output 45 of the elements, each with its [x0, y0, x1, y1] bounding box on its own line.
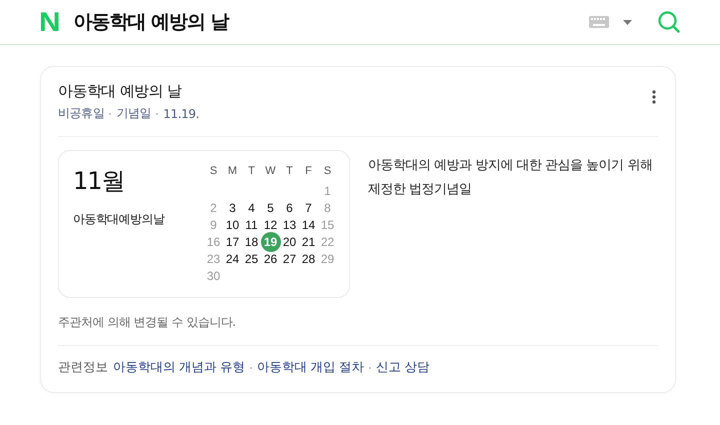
- search-query[interactable]: 아동학대 예방의 날: [74, 9, 229, 35]
- calendar-day[interactable]: 4: [242, 198, 260, 216]
- related-link[interactable]: 아동학대의 개념과 유형: [113, 359, 245, 376]
- card-title: 아동학대 예방의 날: [58, 82, 183, 101]
- separator-dot: [156, 112, 158, 114]
- calendar-day[interactable]: 10: [224, 216, 242, 234]
- calendar-day[interactable]: 28: [300, 250, 318, 268]
- calendar-day[interactable]: 6: [280, 198, 298, 216]
- tag-text: 기념일: [116, 105, 152, 122]
- calendar-day[interactable]: 25: [242, 250, 260, 268]
- calendar-day[interactable]: 17: [224, 232, 242, 250]
- weekday-label: F: [304, 165, 313, 179]
- separator-dot: [109, 112, 112, 114]
- month-label: 11월: [73, 166, 126, 197]
- calendar-day[interactable]: 26: [262, 250, 280, 268]
- weekday-label: T: [285, 165, 294, 179]
- weekday-label: S: [322, 165, 332, 179]
- calendar-day[interactable]: 3: [224, 198, 242, 216]
- related-link[interactable]: 신고 상담: [376, 359, 430, 376]
- calendar-day[interactable]: 27: [280, 250, 298, 268]
- calendar-day[interactable]: 14: [300, 216, 318, 234]
- calendar-day[interactable]: 13: [280, 216, 298, 234]
- weekday-label: T: [247, 165, 256, 179]
- calendar-day[interactable]: 5: [262, 198, 280, 216]
- calendar-day[interactable]: 12: [262, 216, 280, 234]
- related-label: 관련정보: [58, 359, 108, 376]
- calendar-day[interactable]: 18: [242, 232, 260, 250]
- event-label: 아동학대예방의날: [73, 211, 166, 228]
- notice-text: 주관처에 의해 변경될 수 있습니다.: [58, 314, 237, 331]
- weekday-label: M: [226, 165, 238, 179]
- calendar-day[interactable]: 21: [300, 232, 318, 250]
- calendar-day[interactable]: 20: [280, 232, 298, 250]
- separator-dot: [368, 366, 371, 368]
- calendar-day[interactable]: 24: [224, 250, 242, 268]
- calendar-day[interactable]: 7: [300, 198, 318, 216]
- separator-dot: [250, 366, 252, 368]
- caret-icon[interactable]: [623, 20, 632, 24]
- weekday-label: W: [264, 165, 277, 179]
- weekday-label: S: [208, 165, 218, 179]
- description-text: 아동학대의 예방과 방지에 대한 관심을 높이기 위해 제정한 법정기념일: [368, 157, 654, 199]
- tag-text: 비공휴일: [58, 105, 104, 122]
- related-link[interactable]: 아동학대 개입 절차: [256, 359, 364, 376]
- more-icon[interactable]: [652, 90, 656, 104]
- calendar-day[interactable]: 11: [242, 216, 260, 234]
- tag-text: 11.19.: [163, 106, 199, 120]
